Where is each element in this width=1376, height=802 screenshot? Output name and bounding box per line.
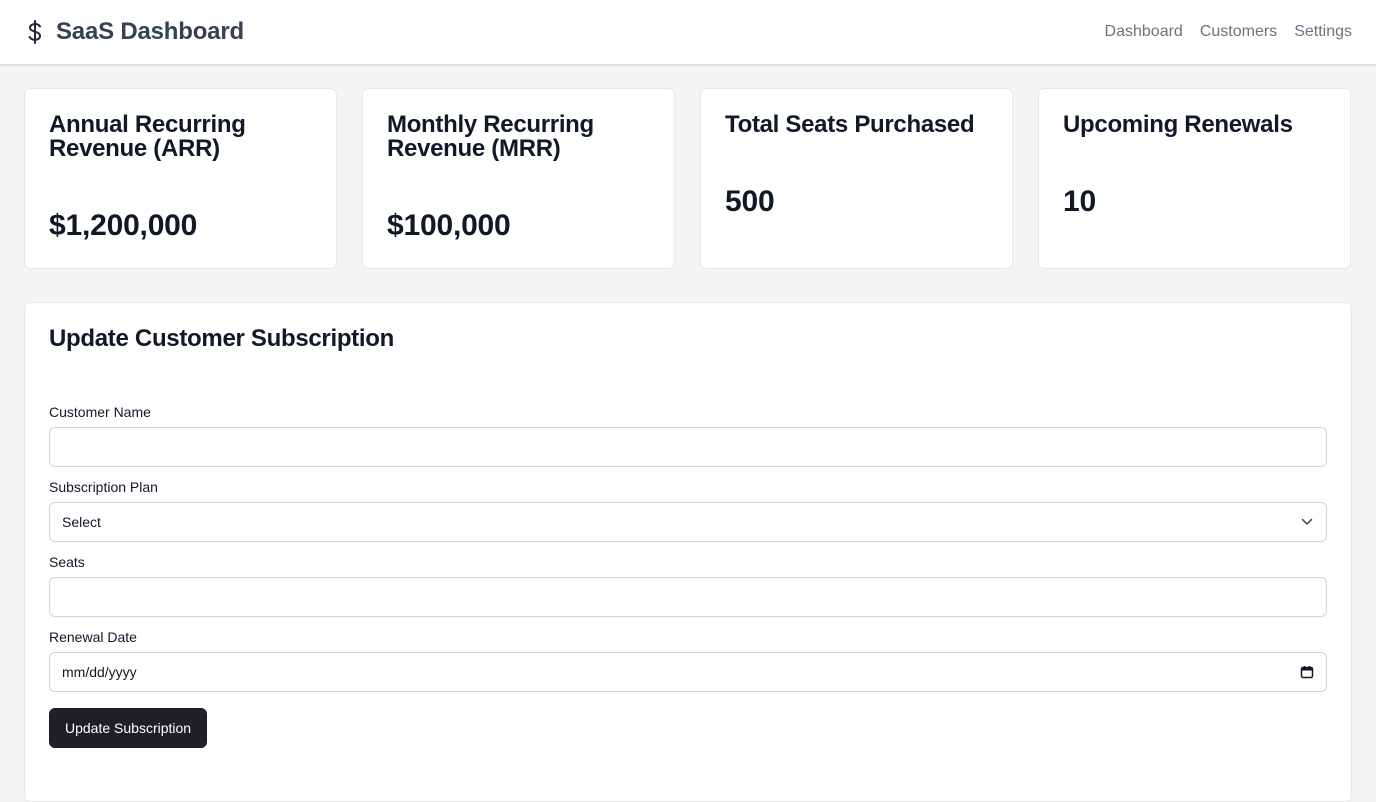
renewal-date-label: Renewal Date xyxy=(49,629,137,645)
panel-title: Update Customer Subscription xyxy=(49,325,394,352)
top-navbar: SaaS Dashboard Dashboard Customers Setti… xyxy=(0,0,1376,64)
calendar-icon[interactable] xyxy=(1300,665,1314,679)
seats-label: Seats xyxy=(49,554,85,570)
subscription-plan-label: Subscription Plan xyxy=(49,479,158,495)
nav-settings[interactable]: Settings xyxy=(1294,22,1352,42)
update-subscription-panel: Update Customer Subscription Customer Na… xyxy=(24,302,1352,802)
metric-title: Monthly Recurring Revenue (MRR) xyxy=(387,111,594,162)
dollar-sign-icon xyxy=(24,19,46,45)
brand[interactable]: SaaS Dashboard xyxy=(24,18,244,46)
renewal-date-field: Renewal Date mm/dd/yyyy xyxy=(49,629,1327,692)
customer-name-label: Customer Name xyxy=(49,404,151,420)
metric-value: $100,000 xyxy=(387,209,511,242)
renewal-date-input[interactable]: mm/dd/yyyy xyxy=(49,652,1327,692)
nav-dashboard[interactable]: Dashboard xyxy=(1105,22,1183,42)
metric-title: Upcoming Renewals xyxy=(1063,111,1293,138)
subscription-plan-selected: Select xyxy=(62,514,101,530)
metric-card-arr: Annual Recurring Revenue (ARR) $1,200,00… xyxy=(24,88,337,269)
seats-field: Seats xyxy=(49,554,1327,617)
subscription-plan-select[interactable]: Select xyxy=(49,502,1327,542)
chevron-down-icon xyxy=(1300,515,1314,529)
customer-name-input[interactable] xyxy=(49,427,1327,467)
subscription-plan-field: Subscription Plan Select xyxy=(49,479,1327,542)
metric-cards: Annual Recurring Revenue (ARR) $1,200,00… xyxy=(24,88,1351,269)
app-title: SaaS Dashboard xyxy=(56,18,244,45)
metric-value: 500 xyxy=(725,185,775,218)
metric-value: $1,200,000 xyxy=(49,209,198,242)
customer-name-field: Customer Name xyxy=(49,404,1327,467)
metric-card-renewals: Upcoming Renewals 10 xyxy=(1038,88,1351,269)
renewal-date-placeholder: mm/dd/yyyy xyxy=(62,664,137,680)
metric-card-mrr: Monthly Recurring Revenue (MRR) $100,000 xyxy=(362,88,675,269)
main-nav: Dashboard Customers Settings xyxy=(1105,22,1352,42)
metric-card-seats: Total Seats Purchased 500 xyxy=(700,88,1013,269)
metric-title: Total Seats Purchased xyxy=(725,111,975,138)
subscription-form: Customer Name Subscription Plan Select S… xyxy=(49,404,1327,748)
metric-title: Annual Recurring Revenue (ARR) xyxy=(49,111,246,162)
update-subscription-button[interactable]: Update Subscription xyxy=(49,708,208,748)
seats-input[interactable] xyxy=(49,577,1327,617)
nav-customers[interactable]: Customers xyxy=(1200,22,1277,42)
metric-value: 10 xyxy=(1063,185,1096,218)
